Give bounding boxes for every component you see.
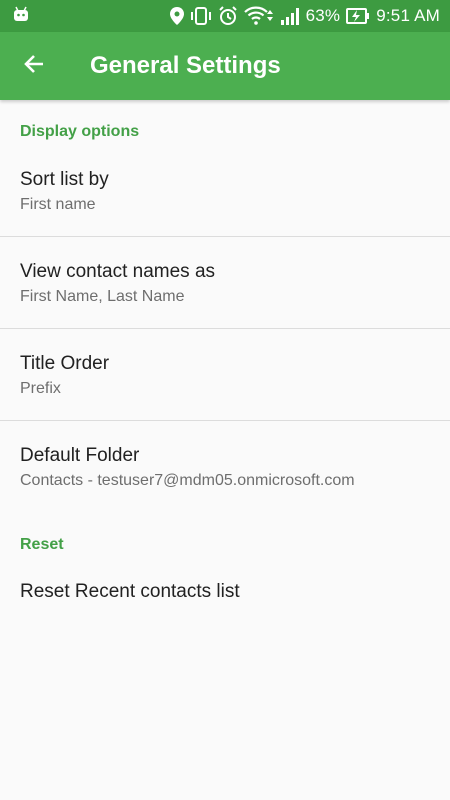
signal-icon [280,7,300,25]
pref-summary: Prefix [20,380,61,397]
pref-title: View contact names as [20,261,216,282]
page-title: General Settings [90,52,281,79]
pref-summary: First Name, Last Name [20,288,185,305]
section-header-reset: Reset [20,536,64,553]
alarm-icon [218,6,238,26]
pref-default-folder[interactable]: Default Folder Contacts - testuser7@mdm0… [0,421,450,513]
pref-title-order[interactable]: Title Order Prefix [0,329,450,420]
battery-percentage: 63% [305,6,341,25]
pref-summary: First name [20,196,96,213]
vibrate-icon [190,7,212,25]
section-header-display-options: Display options [20,123,140,140]
pref-title: Default Folder [20,445,140,466]
pref-sort-list-by[interactable]: Sort list by First name [0,150,450,236]
location-icon [169,7,184,25]
pref-summary: Contacts - testuser7@mdm05.onmicrosoft.c… [20,472,355,489]
pref-title: Title Order [20,353,110,374]
pref-title: Sort list by [20,169,109,190]
pref-view-contact-names-as[interactable]: View contact names as First Name, Last N… [0,237,450,328]
wifi-icon [243,6,274,26]
pref-reset-recent-contacts[interactable]: Reset Recent contacts list [0,562,450,624]
pref-title: Reset Recent contacts list [20,581,240,602]
status-time: 9:51 AM [376,6,440,25]
app-bar: General Settings [0,32,450,100]
back-button[interactable] [14,46,54,86]
android-icon [12,6,30,22]
battery-charging-icon [346,7,370,25]
status-bar: 63% 9:51 AM [0,0,450,32]
arrow-back-icon [23,53,45,80]
